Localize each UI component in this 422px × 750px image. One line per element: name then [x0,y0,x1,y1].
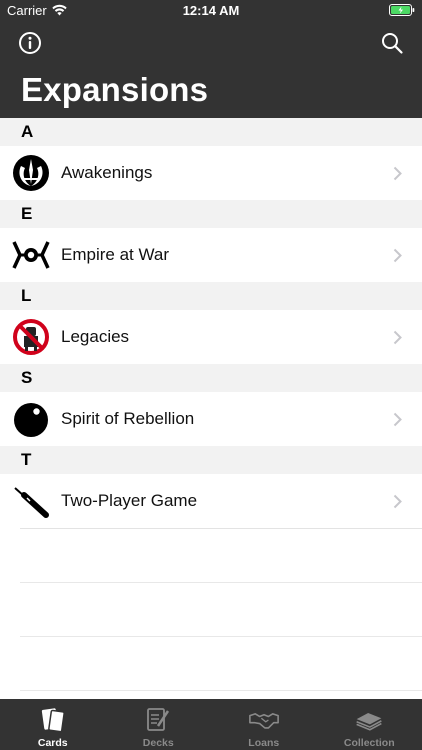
list-item-label: Spirit of Rebellion [61,409,195,428]
list-item-spirit-of-rebellion[interactable]: Spirit of Rebellion [0,392,422,446]
empty-row [20,583,422,637]
info-icon [19,32,41,54]
tab-label: Decks [142,737,174,749]
search-icon [382,33,403,54]
status-time: 12:14 AM [182,3,240,18]
collection-icon [356,712,382,731]
section-header-a: A [0,118,422,146]
tab-label: Cards [37,737,68,749]
list-item-awakenings[interactable]: Awakenings [0,146,422,200]
empty-row [20,529,422,583]
tab-label: Collection [343,737,395,749]
tab-label: Loans [248,737,280,749]
handshake-icon [248,713,279,729]
section-header-e: E [0,200,422,228]
info-button[interactable] [18,31,42,55]
chevron-right-icon [393,330,402,345]
tab-loans[interactable]: Loans [211,699,317,750]
section-header-t: T [0,446,422,474]
section-header-s: S [0,364,422,392]
no-droids-icon [13,319,49,355]
tie-fighter-icon [12,241,50,269]
tab-cards[interactable]: Cards [0,699,106,750]
chevron-right-icon [393,248,402,263]
expansion-list: A Awakenings E Empire at War L Legacies … [0,118,422,691]
search-button[interactable] [380,31,404,55]
list-item-legacies[interactable]: Legacies [0,310,422,364]
death-star-icon [14,403,48,437]
list-item-label: Empire at War [61,245,170,264]
lightsaber-icon [14,487,49,518]
chevron-right-icon [393,166,402,181]
list-item-two-player-game[interactable]: Two-Player Game [0,474,422,528]
navigation-header: Carrier 12:14 AM Expansions [0,0,422,118]
chevron-right-icon [393,494,402,509]
chevron-right-icon [393,412,402,427]
list-item-label: Legacies [61,327,130,346]
section-header-l: L [0,282,422,310]
tab-bar: Cards Decks Loans Collection [0,699,422,750]
cards-icon [41,708,65,733]
list-item-label: Two-Player Game [61,491,198,510]
list-item-label: Awakenings [61,163,153,182]
empty-row [20,637,422,691]
status-bar: Carrier 12:14 AM [0,0,422,22]
tab-collection[interactable]: Collection [317,699,422,750]
jedi-order-icon [13,155,49,191]
tab-decks[interactable]: Decks [106,699,212,750]
decks-icon [147,708,170,731]
list-item-empire-at-war[interactable]: Empire at War [0,228,422,282]
page-title: Expansions [21,71,209,108]
battery-charging-icon [389,4,415,16]
